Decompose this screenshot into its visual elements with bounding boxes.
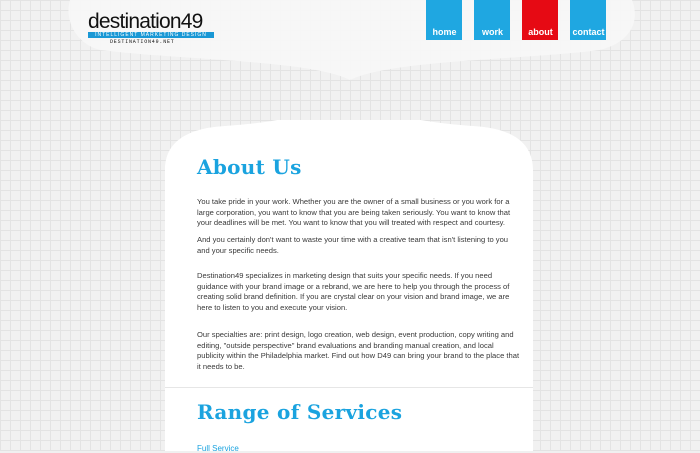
nav-home[interactable]: home	[426, 0, 462, 40]
service-link-full-service[interactable]: Full Service	[197, 444, 239, 453]
logo-url: DESTINATION49.NET	[110, 39, 175, 45]
logo-wordmark: destination49	[88, 10, 203, 33]
about-title: About Us	[197, 155, 302, 179]
site-header: destination49 INTELLIGENT MARKETING DESI…	[0, 0, 700, 60]
nav-about[interactable]: about	[522, 0, 558, 40]
about-paragraph-3: Destination49 specializes in marketing d…	[197, 271, 510, 312]
about-paragraph-2: And you certainly don't want to waste yo…	[197, 235, 509, 255]
about-paragraph-4: Our specialties are: print design, logo …	[197, 330, 520, 371]
logo-tagline: INTELLIGENT MARKETING DESIGN	[88, 32, 214, 38]
nav-work[interactable]: work	[474, 0, 510, 40]
services-title: Range of Services	[197, 400, 403, 424]
content-card: About Us You take pride in your work. Wh…	[165, 120, 533, 453]
nav-contact[interactable]: contact	[570, 0, 606, 40]
about-paragraph-1: You take pride in your work. Whether you…	[197, 197, 511, 227]
logo[interactable]: destination49 INTELLIGENT MARKETING DESI…	[88, 10, 218, 46]
section-divider	[165, 387, 533, 388]
